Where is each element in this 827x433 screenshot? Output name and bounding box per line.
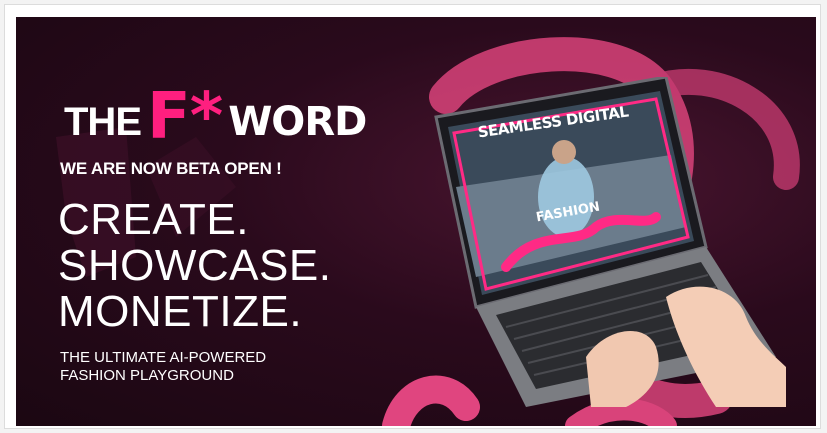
beta-announcement: WE ARE NOW BETA OPEN ! bbox=[60, 159, 282, 178]
headline-line-monetize: MONETIZE. bbox=[58, 287, 303, 336]
subheadline-line-2: FASHION PLAYGROUND bbox=[60, 367, 234, 384]
logo-word: WORD bbox=[228, 99, 367, 145]
headline: CREATE. SHOWCASE. MONETIZE. bbox=[58, 197, 331, 335]
logo-f-star: F* bbox=[147, 80, 223, 154]
headline-line-create: CREATE. bbox=[58, 195, 249, 244]
promo-banner: THE F* WORD WE ARE NOW BETA OPEN ! CREAT… bbox=[16, 17, 816, 426]
subheadline: THE ULTIMATE AI-POWERED FASHION PLAYGROU… bbox=[60, 349, 266, 385]
headline-line-showcase: SHOWCASE. bbox=[58, 241, 332, 290]
subheadline-line-1: THE ULTIMATE AI-POWERED bbox=[60, 349, 267, 366]
logo-the: THE bbox=[64, 100, 142, 144]
brand-logo: THE F* WORD bbox=[64, 75, 367, 149]
